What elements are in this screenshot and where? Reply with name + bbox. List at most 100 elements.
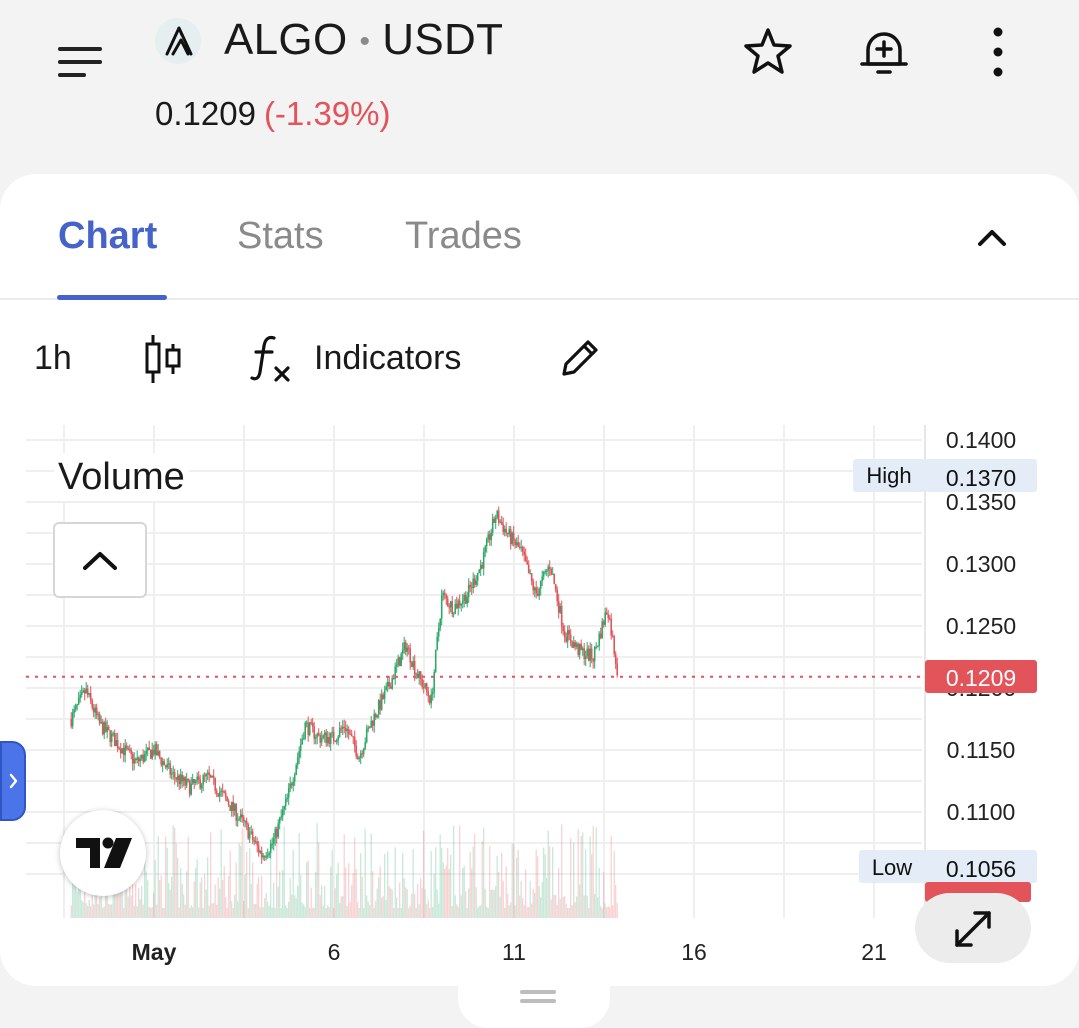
volume-bar [81,900,83,918]
volume-bar [151,907,153,918]
candle-body [392,678,395,679]
volume-bar [435,847,437,918]
candle-body [527,564,530,574]
candle-body [250,831,252,834]
indicators-button[interactable] [250,332,296,384]
volume-bar [307,860,309,918]
candle-body [365,728,368,743]
candle-body [101,722,104,735]
volume-bar [360,853,362,918]
volume-bar [372,871,374,918]
volume-bar [256,883,258,918]
candle-body [115,739,117,747]
drawing-tools-button[interactable] [558,336,602,380]
candle-body [554,584,557,590]
fullscreen-button[interactable] [915,893,1031,963]
toolbar-expand-handle[interactable] [0,741,26,821]
candle-body [515,542,518,546]
volume-bar [346,906,348,918]
indicators-label[interactable]: Indicators [314,336,461,380]
candle-body [434,649,437,672]
volume-bar [402,853,404,918]
candle-body [257,845,260,853]
candle-body [212,775,215,778]
volume-bar [280,908,282,918]
volume-bar [165,836,167,918]
volume-bar [235,862,237,918]
algorand-icon [155,18,201,64]
candle-body [134,758,137,760]
candle-body [518,546,521,548]
candle-body [137,757,140,762]
candle-body [86,688,89,695]
menu-button[interactable] [58,40,102,84]
tab-stats[interactable]: Stats [237,212,324,260]
candle-body [91,700,93,708]
pair-title: ALGO • USDT [224,14,503,68]
candle-body [464,595,467,604]
candle-body [263,855,266,858]
volume-bar [438,903,440,918]
candle-body [179,774,182,785]
volume-bar [304,906,306,918]
candle-body [208,772,210,776]
candle-body [185,779,188,786]
tab-trades[interactable]: Trades [405,212,522,260]
volume-bar [517,849,519,918]
candle-body [346,729,348,732]
chart-type-button[interactable] [140,332,186,386]
volume-bar [483,827,485,918]
candle-body [382,694,384,699]
volume-bar [123,907,125,918]
candle-body [607,614,609,619]
volume-bar [298,832,300,918]
price-tick-label: 0.1250 [946,613,1016,639]
volume-bar [394,847,396,918]
collapse-button[interactable] [970,216,1014,260]
candle-body [499,521,501,523]
favorite-button[interactable] [742,26,794,78]
candle-body [202,775,204,785]
volume-bar [273,882,275,918]
candle-body [470,587,473,589]
volume-bar [574,902,576,918]
candle-body [385,686,387,691]
candle-body [431,692,434,695]
legend-toggle-button[interactable] [53,522,147,598]
add-alert-button[interactable] [856,24,912,80]
volume-bar [231,901,233,918]
volume-bar [580,836,582,918]
candle-body [238,818,240,820]
candle-body [614,654,617,664]
candle-body [611,635,614,637]
candle-body [182,777,185,782]
volume-bar [229,850,231,918]
candle-body [79,694,81,698]
tab-chart[interactable]: Chart [58,212,157,260]
candle-body [98,714,101,724]
candle-body [296,757,299,766]
candle-body [608,618,611,620]
price-tick-label: 0.1300 [946,551,1016,577]
volume-bar [433,873,435,918]
candle-body [286,797,288,799]
candle-body [292,781,294,786]
candle-body [395,664,398,667]
volume-bar [228,876,230,918]
candle-body [437,628,440,637]
candle-body [487,534,489,540]
volume-bar [564,896,566,918]
candle-body [425,683,428,692]
tradingview-logo[interactable] [60,810,146,896]
candle-body [353,736,356,746]
more-options-button[interactable] [980,26,1016,78]
volume-bar [378,877,380,918]
low-value: 0.1056 [946,856,1016,882]
volume-bar [508,905,510,918]
volume-bar [319,895,321,918]
candle-body [467,584,470,598]
interval-selector[interactable]: 1h [34,336,72,380]
volume-bar [336,874,338,918]
candle-body [268,852,270,855]
volume-bar [313,907,315,918]
